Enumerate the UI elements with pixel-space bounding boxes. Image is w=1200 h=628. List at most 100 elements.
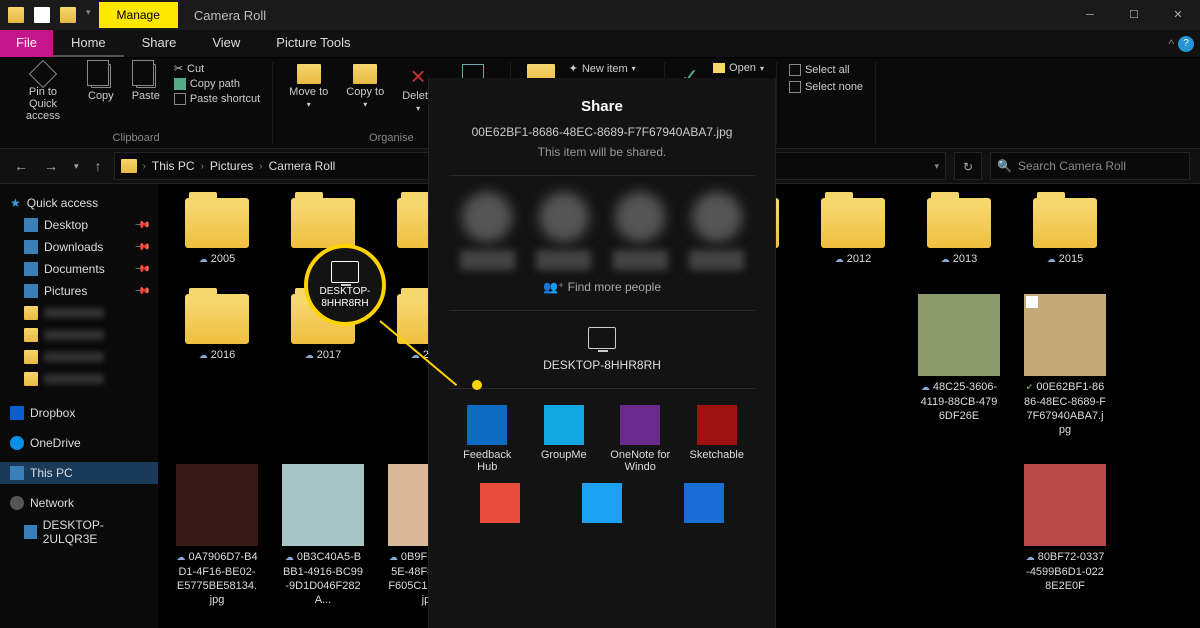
view-tab[interactable]: View bbox=[194, 30, 258, 57]
picture-tools-tab[interactable]: Picture Tools bbox=[258, 30, 368, 57]
image-item[interactable]: ☁ 48C25-3606-4119-88CB-4796DF26E bbox=[918, 294, 1000, 436]
thumbnail bbox=[918, 294, 1000, 376]
copyto-icon bbox=[353, 64, 377, 84]
share-app[interactable] bbox=[669, 483, 739, 527]
folder-item[interactable]: ☁ 2016 bbox=[176, 294, 258, 436]
share-tab[interactable]: Share bbox=[124, 30, 195, 57]
pin-icon: 📌 bbox=[133, 217, 150, 234]
documents-icon bbox=[24, 262, 38, 276]
breadcrumb-dropdown-icon[interactable]: ▾ bbox=[934, 161, 939, 172]
pictures-icon bbox=[24, 284, 38, 298]
share-subtitle: This item will be shared. bbox=[449, 145, 755, 159]
home-tab[interactable]: Home bbox=[53, 30, 124, 57]
callout-dot bbox=[472, 380, 482, 390]
image-item[interactable]: ✔ 00E62BF1-8686-48EC-8689-F7F67940ABA7.j… bbox=[1024, 294, 1106, 436]
minimize-button[interactable]: ─ bbox=[1068, 0, 1112, 30]
paste-shortcut-button[interactable]: Paste shortcut bbox=[174, 93, 260, 105]
sidebar-pictures[interactable]: Pictures📌 bbox=[0, 280, 158, 302]
monitor-icon bbox=[588, 327, 616, 349]
crumb-cameraroll[interactable]: Camera Roll bbox=[269, 159, 336, 173]
cut-button[interactable]: ✂Cut bbox=[174, 62, 260, 75]
new-item-button[interactable]: ✦New item▾ bbox=[569, 62, 652, 75]
folder-icon bbox=[185, 198, 249, 248]
sidebar-blurred-3[interactable] bbox=[0, 346, 158, 368]
app-tile-icon bbox=[684, 483, 724, 523]
sidebar-network[interactable]: Network bbox=[0, 492, 158, 514]
refresh-button[interactable]: ↻ bbox=[954, 152, 982, 180]
sidebar-blurred-4[interactable] bbox=[0, 368, 158, 390]
sidebar-desktop[interactable]: Desktop📌 bbox=[0, 214, 158, 236]
cut-icon: ✂ bbox=[174, 62, 183, 75]
delete-icon: × bbox=[411, 64, 426, 88]
folder-item[interactable]: ☁ 2013 bbox=[918, 198, 1000, 266]
sidebar-blurred-1[interactable] bbox=[0, 302, 158, 324]
sidebar-documents[interactable]: Documents📌 bbox=[0, 258, 158, 280]
network-icon bbox=[10, 496, 24, 510]
find-more-people[interactable]: 👥⁺ Find more people bbox=[449, 280, 755, 294]
help-icon[interactable]: ? bbox=[1178, 36, 1194, 52]
qat-dropdown-icon[interactable]: ▾ bbox=[86, 7, 91, 23]
close-button[interactable]: ✕ bbox=[1156, 0, 1200, 30]
share-app[interactable]: Feedback Hub bbox=[452, 405, 522, 473]
share-app[interactable]: Sketchable bbox=[682, 405, 752, 473]
sidebar-network-pc[interactable]: DESKTOP-2ULQR3E bbox=[0, 514, 158, 550]
share-device[interactable]: DESKTOP-8HHR8RH bbox=[449, 327, 755, 372]
qat-folder-icon[interactable] bbox=[60, 7, 76, 23]
file-menu[interactable]: File bbox=[0, 30, 53, 57]
sidebar-onedrive[interactable]: OneDrive bbox=[0, 432, 158, 454]
manage-tab[interactable]: Manage bbox=[99, 2, 178, 28]
folder-icon bbox=[821, 198, 885, 248]
share-app[interactable] bbox=[465, 483, 535, 527]
clipboard-group-label: Clipboard bbox=[12, 132, 260, 144]
paste-icon bbox=[136, 64, 156, 88]
pin-quick-access-button[interactable]: Pin to Quick access bbox=[12, 62, 74, 124]
qat-save-icon[interactable] bbox=[34, 7, 50, 23]
search-placeholder: Search Camera Roll bbox=[1018, 159, 1126, 173]
recent-dropdown[interactable]: ▾ bbox=[70, 161, 83, 172]
select-all-icon bbox=[789, 64, 801, 76]
sidebar-blurred-2[interactable] bbox=[0, 324, 158, 346]
share-filename: 00E62BF1-8686-48EC-8689-F7F67940ABA7.jpg bbox=[449, 125, 755, 139]
callout-label: DESKTOP-8HHR8RH bbox=[308, 286, 382, 310]
share-title: Share bbox=[449, 98, 755, 115]
image-item[interactable]: ☁ 0B3C40A5-BBB1-4916-BC99-9D1D046F282A..… bbox=[282, 464, 364, 606]
crumb-pictures[interactable]: Pictures bbox=[210, 159, 253, 173]
image-item[interactable]: ☁ 0A7906D7-B4D1-4F16-BE02-E5775BE58134.j… bbox=[176, 464, 258, 606]
folder-item[interactable]: ☁ 2005 bbox=[176, 198, 258, 266]
forward-button[interactable]: → bbox=[40, 158, 62, 174]
share-app[interactable] bbox=[567, 483, 637, 527]
paste-button[interactable]: Paste bbox=[128, 62, 164, 104]
open-button[interactable]: Open▾ bbox=[713, 62, 764, 74]
select-none-button[interactable]: Select none bbox=[789, 81, 863, 93]
navigation-sidebar: ★Quick access Desktop📌 Downloads📌 Docume… bbox=[0, 184, 158, 628]
app-tile-icon bbox=[697, 405, 737, 445]
folder-item[interactable]: ☁ 2015 bbox=[1024, 198, 1106, 266]
sidebar-thispc[interactable]: This PC bbox=[0, 462, 158, 484]
sidebar-downloads[interactable]: Downloads📌 bbox=[0, 236, 158, 258]
move-to-button[interactable]: Move to▾ bbox=[285, 62, 332, 111]
copy-button[interactable]: Copy bbox=[84, 62, 118, 104]
sidebar-dropbox[interactable]: Dropbox bbox=[0, 402, 158, 424]
crumb-thispc[interactable]: This PC bbox=[152, 159, 195, 173]
downloads-icon bbox=[24, 240, 38, 254]
copy-to-button[interactable]: Copy to▾ bbox=[342, 62, 388, 111]
quick-access[interactable]: ★Quick access bbox=[0, 192, 158, 214]
share-app[interactable]: GroupMe bbox=[529, 405, 599, 473]
copy-path-button[interactable]: Copy path bbox=[174, 78, 260, 90]
copy-path-icon bbox=[174, 78, 186, 90]
maximize-button[interactable]: ☐ bbox=[1112, 0, 1156, 30]
back-button[interactable]: ← bbox=[10, 158, 32, 174]
search-input[interactable]: 🔍 Search Camera Roll bbox=[990, 152, 1190, 180]
share-app[interactable]: OneNote for Windo bbox=[605, 405, 675, 473]
up-button[interactable]: ↑ bbox=[91, 158, 106, 174]
title-bar: ▾ Manage Camera Roll ─ ☐ ✕ bbox=[0, 0, 1200, 30]
thumbnail bbox=[282, 464, 364, 546]
desktop-icon bbox=[24, 218, 38, 232]
select-all-button[interactable]: Select all bbox=[789, 64, 863, 76]
ribbon-collapse-icon[interactable]: ^ bbox=[1168, 37, 1174, 51]
app-icon bbox=[8, 7, 24, 23]
folder-icon bbox=[185, 294, 249, 344]
folder-item[interactable]: ☁ 2012 bbox=[812, 198, 894, 266]
moveto-icon bbox=[297, 64, 321, 84]
image-item[interactable]: ☁ 80BF72-0337-4599B6D1-0228E2E0F bbox=[1024, 464, 1106, 606]
